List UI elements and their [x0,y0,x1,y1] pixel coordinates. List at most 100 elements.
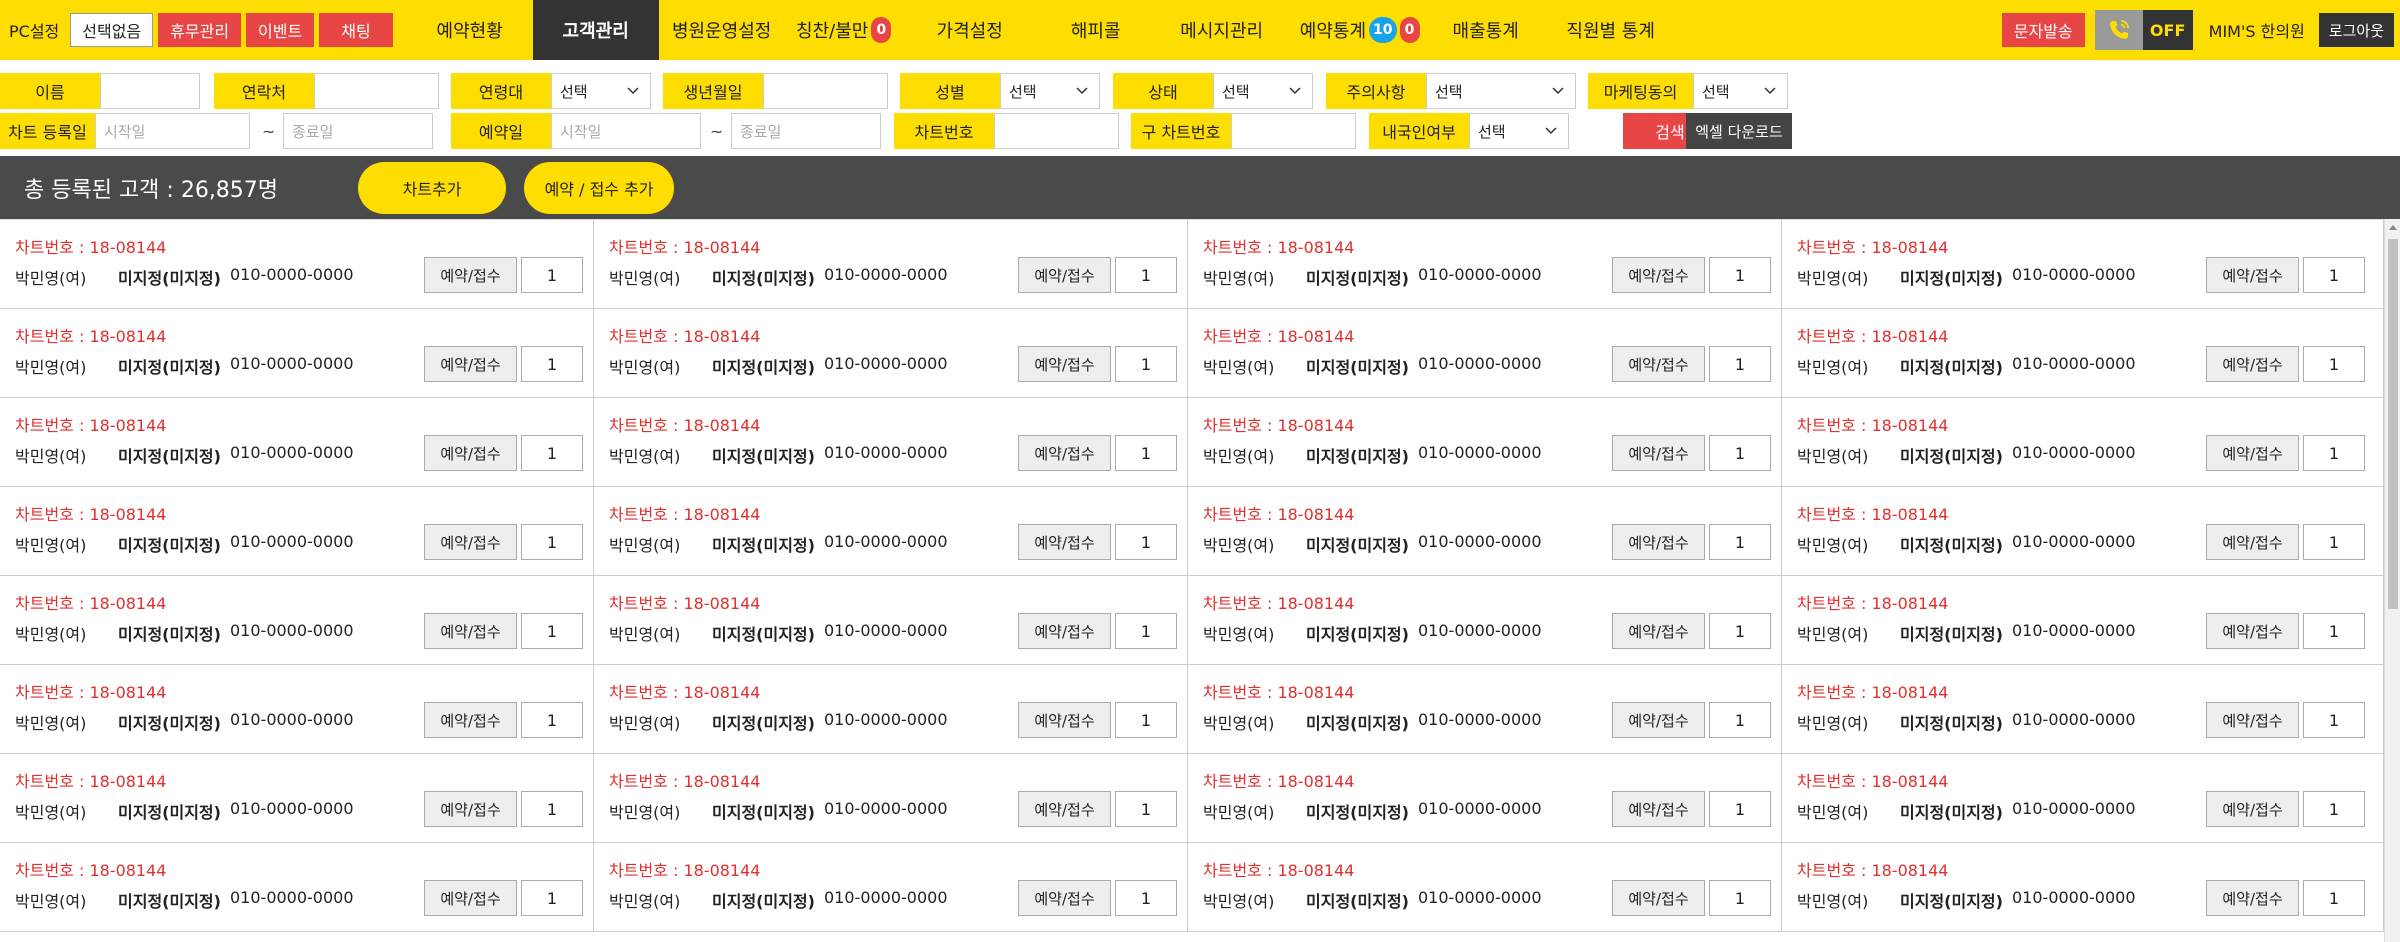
quantity-field[interactable]: 1 [1709,435,1771,471]
name-input[interactable] [100,73,200,109]
nav-item[interactable]: 매출통계 [1431,0,1541,60]
vertical-scrollbar[interactable] [2384,219,2400,942]
chat-button[interactable]: 채팅 [319,13,393,47]
add-chart-button[interactable]: 차트추가 [358,161,507,214]
quantity-field[interactable]: 1 [521,435,583,471]
quantity-field[interactable]: 1 [2303,257,2365,293]
patient-card[interactable]: 차트번호 : 18-08144 박민영(여) 미지정(미지정) 010-0000-00… [1188,398,1782,487]
holiday-management-button[interactable]: 휴무관리 [158,13,242,47]
reserve-button[interactable]: 예약/접수 [1612,613,1705,649]
quantity-field[interactable]: 1 [2303,524,2365,560]
patient-card[interactable]: 차트번호 : 18-08144 박민영(여) 미지정(미지정) 010-0000-00… [594,220,1188,309]
phone-icon[interactable] [2094,10,2143,50]
quantity-field[interactable]: 1 [1709,880,1771,916]
patient-card[interactable]: 차트번호 : 18-08144 박민영(여) 미지정(미지정) 010-0000-00… [1188,665,1782,754]
chart-number-input[interactable] [994,113,1119,149]
reserve-button[interactable]: 예약/접수 [1018,346,1111,382]
patient-card[interactable]: 차트번호 : 18-08144 박민영(여) 미지정(미지정) 010-0000-00… [0,309,594,398]
call-status-toggle[interactable]: OFF [2142,10,2193,50]
nav-item[interactable]: 예약통계 10 0 [1289,0,1431,60]
quantity-field[interactable]: 1 [1115,702,1177,738]
reserve-button[interactable]: 예약/접수 [424,613,517,649]
reserve-button[interactable]: 예약/접수 [1018,257,1111,293]
reserve-button[interactable]: 예약/접수 [424,524,517,560]
chart-reg-end-input[interactable]: 종료일 [283,113,433,149]
reserve-button[interactable]: 예약/접수 [1018,702,1111,738]
gender-select[interactable]: 선택 [1000,73,1100,109]
quantity-field[interactable]: 1 [1709,257,1771,293]
marketing-select[interactable]: 선택 [1693,73,1788,109]
reserve-button[interactable]: 예약/접수 [424,346,517,382]
patient-card[interactable]: 차트번호 : 18-08144 박민영(여) 미지정(미지정) 010-0000-00… [1188,754,1782,843]
reserve-button[interactable]: 예약/접수 [424,435,517,471]
patient-card[interactable]: 차트번호 : 18-08144 박민영(여) 미지정(미지정) 010-0000-00… [1782,309,2384,398]
patient-card[interactable]: 차트번호 : 18-08144 박민영(여) 미지정(미지정) 010-0000-00… [594,843,1188,932]
patient-card[interactable]: 차트번호 : 18-08144 박민영(여) 미지정(미지정) 010-0000-00… [1782,843,2384,932]
quantity-field[interactable]: 1 [521,880,583,916]
quantity-field[interactable]: 1 [1709,346,1771,382]
reserve-button[interactable]: 예약/접수 [1018,791,1111,827]
patient-card[interactable]: 차트번호 : 18-08144 박민영(여) 미지정(미지정) 010-0000-00… [1188,220,1782,309]
select-none-button[interactable]: 선택없음 [70,13,154,47]
reserve-button[interactable]: 예약/접수 [1018,880,1111,916]
nav-item[interactable]: 예약현황 [407,0,533,60]
nav-item[interactable]: 해피콜 [1037,0,1155,60]
quantity-field[interactable]: 1 [1115,791,1177,827]
reserve-button[interactable]: 예약/접수 [1612,880,1705,916]
patient-card[interactable]: 차트번호 : 18-08144 박민영(여) 미지정(미지정) 010-0000-00… [0,754,594,843]
patient-card[interactable]: 차트번호 : 18-08144 박민영(여) 미지정(미지정) 010-0000-00… [0,487,594,576]
reserve-button[interactable]: 예약/접수 [2206,791,2299,827]
reserve-button[interactable]: 예약/접수 [1612,435,1705,471]
nav-item[interactable]: 고객관리 [532,0,659,60]
patient-card[interactable]: 차트번호 : 18-08144 박민영(여) 미지정(미지정) 010-0000-00… [0,576,594,665]
quantity-field[interactable]: 1 [2303,880,2365,916]
quantity-field[interactable]: 1 [2303,435,2365,471]
quantity-field[interactable]: 1 [1709,791,1771,827]
reserve-button[interactable]: 예약/접수 [2206,613,2299,649]
quantity-field[interactable]: 1 [521,257,583,293]
nav-item[interactable]: 칭찬/불만 0 [785,0,903,60]
reserve-button[interactable]: 예약/접수 [1612,346,1705,382]
reserve-button[interactable]: 예약/접수 [424,257,517,293]
quantity-field[interactable]: 1 [1115,346,1177,382]
quantity-field[interactable]: 1 [1115,880,1177,916]
patient-card[interactable]: 차트번호 : 18-08144 박민영(여) 미지정(미지정) 010-0000-00… [594,309,1188,398]
quantity-field[interactable]: 1 [521,524,583,560]
patient-card[interactable]: 차트번호 : 18-08144 박민영(여) 미지정(미지정) 010-0000-00… [1188,309,1782,398]
reserve-button[interactable]: 예약/접수 [424,702,517,738]
reserve-button[interactable]: 예약/접수 [1612,524,1705,560]
reserve-button[interactable]: 예약/접수 [424,880,517,916]
patient-card[interactable]: 차트번호 : 18-08144 박민영(여) 미지정(미지정) 010-0000-00… [1782,754,2384,843]
caution-select[interactable]: 선택 [1426,73,1576,109]
patient-card[interactable]: 차트번호 : 18-08144 박민영(여) 미지정(미지정) 010-0000-00… [0,665,594,754]
patient-card[interactable]: 차트번호 : 18-08144 박민영(여) 미지정(미지정) 010-0000-00… [0,398,594,487]
reserve-button[interactable]: 예약/접수 [1018,435,1111,471]
quantity-field[interactable]: 1 [1709,702,1771,738]
reserve-button[interactable]: 예약/접수 [2206,702,2299,738]
patient-card[interactable]: 차트번호 : 18-08144 박민영(여) 미지정(미지정) 010-0000-00… [1188,487,1782,576]
birth-input[interactable] [763,73,888,109]
quantity-field[interactable]: 1 [2303,702,2365,738]
reserve-button[interactable]: 예약/접수 [1612,702,1705,738]
reserve-button[interactable]: 예약/접수 [2206,524,2299,560]
reserve-button[interactable]: 예약/접수 [2206,257,2299,293]
quantity-field[interactable]: 1 [521,791,583,827]
quantity-field[interactable]: 1 [521,346,583,382]
reservation-start-input[interactable]: 시작일 [551,113,701,149]
quantity-field[interactable]: 1 [1115,613,1177,649]
quantity-field[interactable]: 1 [521,702,583,738]
patient-card[interactable]: 차트번호 : 18-08144 박민영(여) 미지정(미지정) 010-0000-00… [1782,576,2384,665]
nav-item[interactable]: 병원운영설정 [659,0,785,60]
patient-card[interactable]: 차트번호 : 18-08144 박민영(여) 미지정(미지정) 010-0000-00… [594,398,1188,487]
reserve-button[interactable]: 예약/접수 [1612,257,1705,293]
status-select[interactable]: 선택 [1213,73,1313,109]
nav-item[interactable]: 직원별 통계 [1541,0,1681,60]
quantity-field[interactable]: 1 [1115,257,1177,293]
add-reservation-button[interactable]: 예약 / 접수 추가 [524,161,675,214]
contact-input[interactable] [314,73,439,109]
patient-card[interactable]: 차트번호 : 18-08144 박민영(여) 미지정(미지정) 010-0000-00… [1782,220,2384,309]
reserve-button[interactable]: 예약/접수 [1018,524,1111,560]
reserve-button[interactable]: 예약/접수 [2206,880,2299,916]
age-select[interactable]: 선택 [551,73,651,109]
reserve-button[interactable]: 예약/접수 [2206,435,2299,471]
